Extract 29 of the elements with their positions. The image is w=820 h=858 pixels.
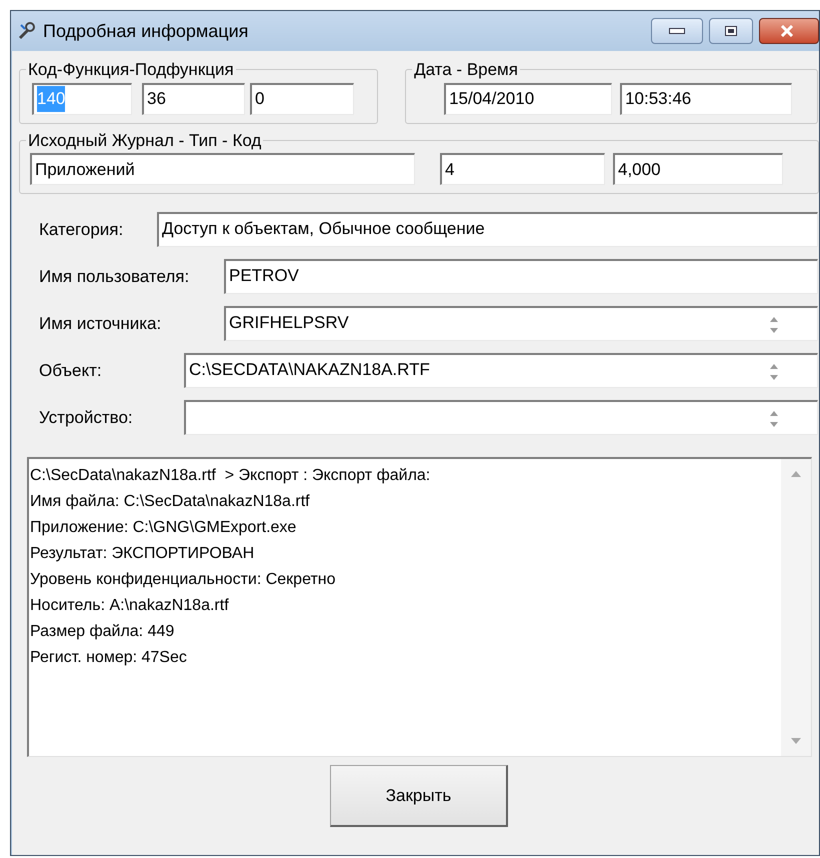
log-line: Уровень конфиденциальности: Секретно bbox=[30, 570, 337, 590]
field-label: Объект: bbox=[38, 360, 103, 382]
input-field[interactable]: 36 bbox=[142, 82, 245, 114]
group-label: Исходный Журнал - Тип - Код bbox=[27, 130, 262, 152]
window-title: Подробная информация bbox=[43, 20, 248, 43]
input-field[interactable]: 15/04/2010 bbox=[444, 82, 612, 114]
input-field[interactable]: GRIFHELPSRV bbox=[224, 306, 818, 341]
field-label: Имя пользователя: bbox=[38, 266, 190, 288]
log-line: Приложение: C:\GNG\GMExport.exe bbox=[30, 518, 298, 538]
input-field[interactable]: Приложений bbox=[30, 153, 415, 185]
log-line: C:\SecData\nakazN18a.rtf > Экспорт : Экспорт файла: bbox=[30, 466, 432, 486]
input-field[interactable]: C:\SECDATA\NAKAZN18A.RTF bbox=[184, 353, 818, 388]
input-field[interactable]: 4,000 bbox=[613, 153, 783, 185]
input-field[interactable]: Доступ к объектам, Обычное сообщение bbox=[157, 212, 818, 247]
log-line: Носитель: A:\nakazN18a.rtf bbox=[30, 596, 230, 616]
log-line: Регист. номер: 47Sec bbox=[30, 648, 188, 668]
input-field[interactable]: PETROV bbox=[224, 259, 818, 294]
group-label: Дата - Время bbox=[413, 59, 519, 81]
log-line: Результат: ЭКСПОРТИРОВАН bbox=[30, 544, 256, 564]
input-field[interactable]: 4 bbox=[440, 153, 605, 185]
field-label: Категория: bbox=[38, 218, 124, 241]
input-field[interactable]: 10:53:46 bbox=[620, 82, 792, 114]
log-line: Имя файла: C:\SecData\nakazN18a.rtf bbox=[30, 492, 311, 512]
group-label: Код-Функция-Подфункция bbox=[27, 59, 235, 81]
field-label: Устройство: bbox=[38, 406, 134, 429]
input-field[interactable]: 0 bbox=[250, 82, 354, 114]
log-line: Размер файла: 449 bbox=[30, 622, 176, 642]
close-button[interactable]: Закрыть bbox=[330, 765, 508, 827]
field-label: Имя источника: bbox=[38, 312, 162, 335]
